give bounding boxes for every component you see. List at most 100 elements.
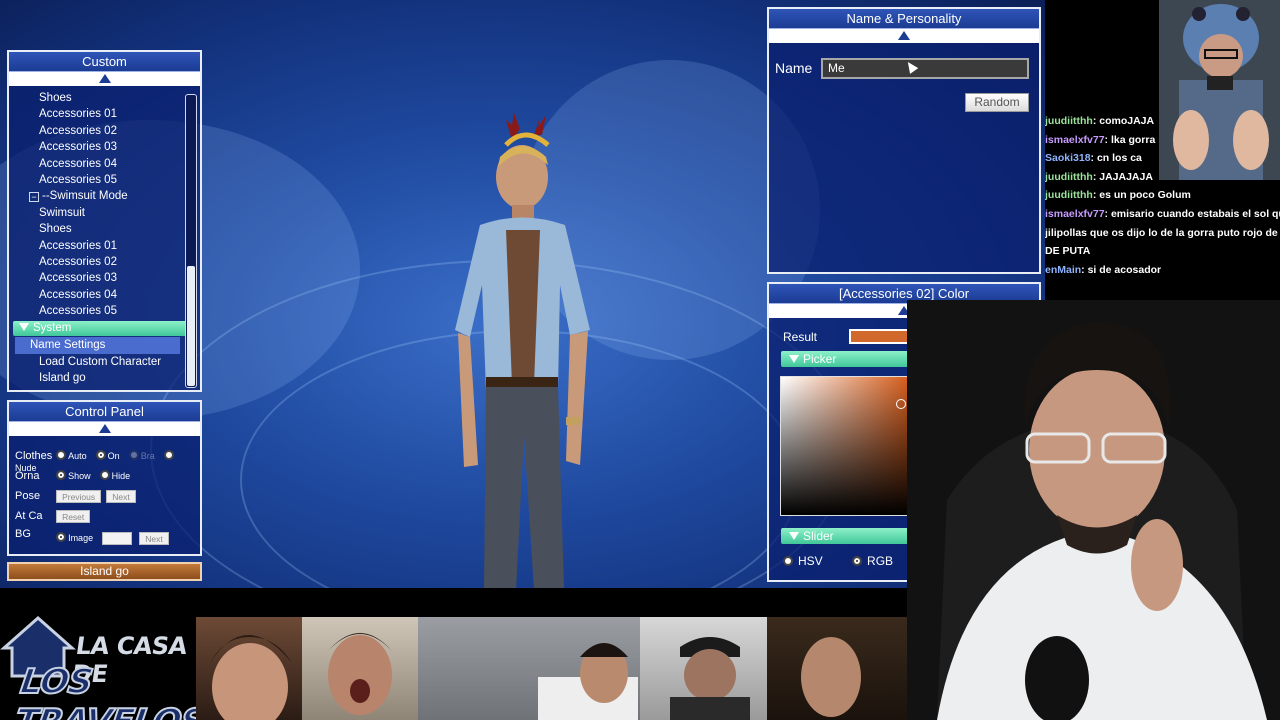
list-item-label: Accessories 04 [39,288,117,301]
picker-cursor-icon[interactable] [896,399,906,409]
chat-username[interactable]: enMain [1045,264,1081,276]
random-name-button[interactable]: Random [965,93,1029,112]
list-item[interactable]: Shoes [9,221,200,237]
list-item[interactable]: Accessories 02 [9,123,200,139]
list-item-label: Shoes [39,92,72,104]
island-go-button[interactable]: Island go [7,562,202,581]
list-item[interactable]: Accessories 02 [9,254,200,270]
chat-username[interactable]: juudiitthh [1045,171,1093,183]
name-panel-title: Name & Personality [769,9,1039,29]
list-item[interactable]: Accessories 03 [9,270,200,286]
chat-text: : si de acosador [1081,263,1162,276]
list-item[interactable]: Accessories 01 [9,238,200,254]
clothes-label: Clothes [15,450,53,462]
name-input[interactable]: Me [821,58,1029,79]
guest-thumbnail [302,617,418,720]
guest-thumbnail [767,617,907,720]
list-item[interactable]: Accessories 05 [9,303,200,319]
clothes-bra-radio [128,450,139,460]
list-item-label: Load Custom Character [39,355,162,368]
chat-message: juudiitthh: es un poco Golum [1045,186,1280,205]
guest-thumbnail-image [210,635,292,720]
clothes-auto-radio[interactable] [56,450,67,460]
list-item-selected[interactable]: Name Settings [15,337,180,354]
hsv-radio[interactable] [783,556,793,566]
orna-show-label: Show [68,471,91,481]
saturation-value-picker[interactable] [780,376,920,516]
clothes-on-label: On [107,451,120,461]
list-item[interactable]: Accessories 04 [9,156,200,172]
bg-image-radio[interactable] [56,532,67,542]
webcam-secondary-image [1159,0,1280,180]
orna-hide-radio[interactable] [99,470,110,480]
clothes-bra-label: Bra [140,451,155,461]
chat-username[interactable]: juudiitthh [1045,189,1093,201]
hsv-label: HSV [798,554,823,568]
guest-thumbnail-image [328,633,392,715]
custom-menu-list: Shoes Accessories 01 Accessories 02 Accesso… [9,86,200,387]
clothes-on-radio[interactable] [95,450,106,460]
rgb-label: RGB [867,554,894,568]
scroll-up-arrow-icon[interactable] [9,72,200,86]
guest-thumbnail [196,617,302,720]
pose-previous-button[interactable]: Previous [56,490,102,503]
chat-message: ismaelxfv77: emisario cuando estabais el… [1045,205,1280,224]
list-item-label: --Swimsuit Mode [42,190,128,203]
list-section-header[interactable]: System [13,321,196,337]
rgb-radio[interactable] [852,556,863,566]
list-item[interactable]: Accessories 05 [9,172,200,188]
custom-scrollbar[interactable] [185,94,197,388]
list-item[interactable]: Shoes [9,90,200,106]
clothes-auto-label: Auto [68,451,87,461]
list-item-label: Name Settings [30,339,106,352]
chat-text: : lka gorra [1104,133,1156,146]
guest-thumbnail-image [538,643,638,720]
chat-username[interactable]: ismaelxfv77 [1045,134,1105,146]
clothes-nude-radio[interactable] [163,450,174,460]
atca-row: At Ca Reset [15,510,92,523]
guest-thumbnail-image [799,637,863,717]
list-item-label: System [33,322,72,335]
list-item-label: Accessories 05 [39,305,117,318]
chat-username[interactable]: juudiitthh [1045,115,1093,127]
list-group-header[interactable]: − --Swimsuit Mode [9,188,200,204]
pose-label: Pose [15,490,41,503]
chat-text: : comoJAJA [1092,115,1155,127]
list-item[interactable]: Accessories 04 [9,287,200,303]
custom-scrollbar-thumb[interactable] [187,266,195,386]
list-item-label: Accessories 02 [39,255,117,268]
custom-panel-title: Custom [9,52,200,72]
list-item[interactable]: Accessories 03 [9,139,200,155]
control-panel-title: Control Panel [9,402,200,422]
guest-thumbnail [418,617,640,720]
pose-next-button[interactable]: Next [106,490,136,503]
bg-image-field[interactable] [102,531,133,545]
bg-image-label: Image [68,533,94,543]
list-item[interactable]: Accessories 01 [9,106,200,122]
webcam-secondary [1159,0,1280,180]
atca-reset-button[interactable]: Reset [56,510,91,523]
chat-message: jilipollas que os dijo lo de la gorra pu… [1045,224,1280,243]
list-item[interactable]: Load Custom Character [9,354,200,370]
scroll-up-arrow-icon[interactable] [769,29,1039,43]
webcam-main-image [907,300,1280,720]
list-item[interactable]: Island go [9,370,200,386]
bg-next-button[interactable]: Next [139,531,169,545]
list-item-label: Accessories 05 [39,173,117,186]
character-model[interactable] [430,105,620,588]
chat-message: DE PUTA [1045,242,1280,261]
scroll-up-arrow-icon[interactable] [9,422,200,436]
chat-username[interactable]: Saoki318 [1045,152,1091,164]
list-item-label: Accessories 01 [39,239,117,252]
orna-hide-label: Hide [111,471,131,481]
atca-label: At Ca [15,510,43,523]
list-item[interactable]: Swimsuit [9,205,200,221]
control-panel: Control Panel Clothes Auto On Bra Nude O… [7,400,202,556]
chat-text: jilipollas que os dijo lo de la gorra pu… [1045,226,1280,239]
list-item-label: Accessories 03 [39,272,117,285]
chat-username[interactable]: ismaelxfv77 [1045,208,1105,220]
list-item-label: Accessories 03 [39,141,117,154]
chat-text: : JAJAJAJA [1092,170,1153,183]
orna-show-radio[interactable] [56,470,67,480]
collapse-box-icon[interactable]: − [29,192,39,203]
